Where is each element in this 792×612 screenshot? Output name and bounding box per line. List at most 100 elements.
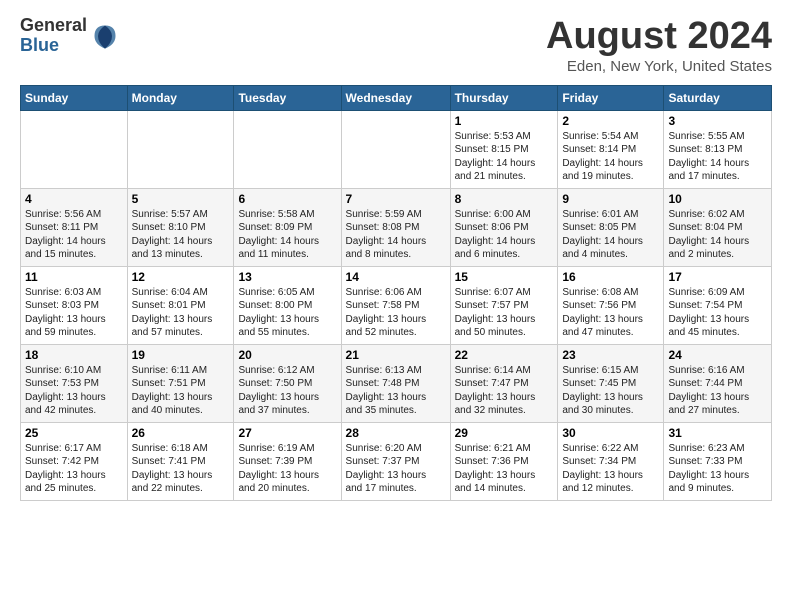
day-info: Sunrise: 6:07 AMSunset: 7:57 PMDaylight:… <box>455 286 554 340</box>
day-of-week-header: Saturday <box>664 85 772 110</box>
day-number: 16 <box>562 270 659 284</box>
day-info: Sunrise: 6:19 AMSunset: 7:39 PMDaylight:… <box>238 442 336 496</box>
calendar-day-cell: 20Sunrise: 6:12 AMSunset: 7:50 PMDayligh… <box>234 344 341 422</box>
calendar-day-cell: 11 Sunrise: 6:03 AMSunset: 8:03 PMDayligh… <box>21 266 128 344</box>
day-info: Sunrise: 6:22 AMSunset: 7:34 PMDaylight:… <box>562 442 659 496</box>
day-number: 27 <box>238 426 336 440</box>
day-info: Sunrise: 6:09 AMSunset: 7:54 PMDaylight:… <box>668 286 767 340</box>
calendar-week-row: 11 Sunrise: 6:03 AMSunset: 8:03 PMDayligh… <box>21 266 772 344</box>
day-of-week-header: Sunday <box>21 85 128 110</box>
calendar-day-cell: 24Sunrise: 6:16 AMSunset: 7:44 PMDayligh… <box>664 344 772 422</box>
calendar-day-cell: 17Sunrise: 6:09 AMSunset: 7:54 PMDayligh… <box>664 266 772 344</box>
calendar-day-cell <box>127 110 234 188</box>
day-number: 15 <box>455 270 554 284</box>
day-info: Sunrise: 5:54 AMSunset: 8:14 PMDaylight:… <box>562 130 659 184</box>
day-number: 9 <box>562 192 659 206</box>
day-number: 19 <box>132 348 230 362</box>
day-info: Sunrise: 6:17 AMSunset: 7:42 PMDaylight:… <box>25 442 123 496</box>
day-info: Sunrise: 5:57 AMSunset: 8:10 PMDaylight:… <box>132 208 230 262</box>
day-info: Sunrise: 5:58 AMSunset: 8:09 PMDaylight:… <box>238 208 336 262</box>
day-of-week-header: Wednesday <box>341 85 450 110</box>
month-title: August 2024 <box>546 16 772 58</box>
day-info: Sunrise: 6:03 AMSunset: 8:03 PMDaylight:… <box>25 286 123 340</box>
day-number: 13 <box>238 270 336 284</box>
calendar-day-cell: 27 Sunrise: 6:19 AMSunset: 7:39 PMDayligh… <box>234 422 341 500</box>
calendar-day-cell: 15 Sunrise: 6:07 AMSunset: 7:57 PMDayligh… <box>450 266 558 344</box>
day-number: 30 <box>562 426 659 440</box>
calendar-day-cell: 18 Sunrise: 6:10 AMSunset: 7:53 PMDayligh… <box>21 344 128 422</box>
day-info: Sunrise: 6:20 AMSunset: 7:37 PMDaylight:… <box>346 442 446 496</box>
day-number: 12 <box>132 270 230 284</box>
calendar-day-cell: 14 Sunrise: 6:06 AMSunset: 7:58 PMDayligh… <box>341 266 450 344</box>
day-number: 23 <box>562 348 659 362</box>
calendar-day-cell: 22Sunrise: 6:14 AMSunset: 7:47 PMDayligh… <box>450 344 558 422</box>
day-number: 10 <box>668 192 767 206</box>
calendar-day-cell: 31Sunrise: 6:23 AMSunset: 7:33 PMDayligh… <box>664 422 772 500</box>
day-info: Sunrise: 5:56 AMSunset: 8:11 PMDaylight:… <box>25 208 123 262</box>
day-of-week-header: Tuesday <box>234 85 341 110</box>
day-info: Sunrise: 6:13 AMSunset: 7:48 PMDaylight:… <box>346 364 446 418</box>
logo: General Blue <box>20 16 119 56</box>
calendar-week-row: 1 Sunrise: 5:53 AMSunset: 8:15 PMDaylight… <box>21 110 772 188</box>
calendar-week-row: 25 Sunrise: 6:17 AMSunset: 7:42 PMDayligh… <box>21 422 772 500</box>
location: Eden, New York, United States <box>546 58 772 75</box>
day-info: Sunrise: 6:10 AMSunset: 7:53 PMDaylight:… <box>25 364 123 418</box>
day-number: 11 <box>25 270 123 284</box>
calendar-week-row: 18 Sunrise: 6:10 AMSunset: 7:53 PMDayligh… <box>21 344 772 422</box>
day-info: Sunrise: 5:59 AMSunset: 8:08 PMDaylight:… <box>346 208 446 262</box>
calendar-day-cell: 9Sunrise: 6:01 AMSunset: 8:05 PMDaylight… <box>558 188 664 266</box>
calendar-day-cell: 26Sunrise: 6:18 AMSunset: 7:41 PMDayligh… <box>127 422 234 500</box>
calendar-day-cell: 12 Sunrise: 6:04 AMSunset: 8:01 PMDayligh… <box>127 266 234 344</box>
day-number: 7 <box>346 192 446 206</box>
calendar-day-cell: 5Sunrise: 5:57 AMSunset: 8:10 PMDaylight… <box>127 188 234 266</box>
day-number: 1 <box>455 114 554 128</box>
day-number: 22 <box>455 348 554 362</box>
day-info: Sunrise: 5:55 AMSunset: 8:13 PMDaylight:… <box>668 130 767 184</box>
calendar-day-cell: 23 Sunrise: 6:15 AMSunset: 7:45 PMDayligh… <box>558 344 664 422</box>
day-number: 6 <box>238 192 336 206</box>
day-info: Sunrise: 6:18 AMSunset: 7:41 PMDaylight:… <box>132 442 230 496</box>
calendar-day-cell <box>341 110 450 188</box>
day-info: Sunrise: 6:00 AMSunset: 8:06 PMDaylight:… <box>455 208 554 262</box>
day-of-week-header: Monday <box>127 85 234 110</box>
day-info: Sunrise: 6:21 AMSunset: 7:36 PMDaylight:… <box>455 442 554 496</box>
calendar-day-cell: 10 Sunrise: 6:02 AMSunset: 8:04 PMDayligh… <box>664 188 772 266</box>
calendar-day-cell: 21Sunrise: 6:13 AMSunset: 7:48 PMDayligh… <box>341 344 450 422</box>
day-number: 3 <box>668 114 767 128</box>
day-number: 14 <box>346 270 446 284</box>
calendar-day-cell: 3 Sunrise: 5:55 AMSunset: 8:13 PMDaylight… <box>664 110 772 188</box>
day-number: 28 <box>346 426 446 440</box>
calendar-day-cell: 13Sunrise: 6:05 AMSunset: 8:00 PMDayligh… <box>234 266 341 344</box>
calendar-table: SundayMondayTuesdayWednesdayThursdayFrid… <box>20 85 772 501</box>
logo-text: General Blue <box>20 16 87 56</box>
calendar-day-cell: 28 Sunrise: 6:20 AMSunset: 7:37 PMDayligh… <box>341 422 450 500</box>
day-info: Sunrise: 6:08 AMSunset: 7:56 PMDaylight:… <box>562 286 659 340</box>
day-number: 8 <box>455 192 554 206</box>
calendar-day-cell: 2 Sunrise: 5:54 AMSunset: 8:14 PMDaylight… <box>558 110 664 188</box>
calendar-day-cell: 30 Sunrise: 6:22 AMSunset: 7:34 PMDayligh… <box>558 422 664 500</box>
day-info: Sunrise: 6:06 AMSunset: 7:58 PMDaylight:… <box>346 286 446 340</box>
day-number: 4 <box>25 192 123 206</box>
day-info: Sunrise: 6:04 AMSunset: 8:01 PMDaylight:… <box>132 286 230 340</box>
day-number: 20 <box>238 348 336 362</box>
logo-general: General <box>20 16 87 36</box>
day-info: Sunrise: 5:53 AMSunset: 8:15 PMDaylight:… <box>455 130 554 184</box>
day-number: 25 <box>25 426 123 440</box>
day-info: Sunrise: 6:15 AMSunset: 7:45 PMDaylight:… <box>562 364 659 418</box>
day-number: 24 <box>668 348 767 362</box>
page: General Blue August 2024 Eden, New York,… <box>0 0 792 612</box>
calendar-day-cell <box>234 110 341 188</box>
calendar-day-cell: 25 Sunrise: 6:17 AMSunset: 7:42 PMDayligh… <box>21 422 128 500</box>
logo-blue: Blue <box>20 36 87 56</box>
day-number: 29 <box>455 426 554 440</box>
calendar-day-cell: 1 Sunrise: 5:53 AMSunset: 8:15 PMDaylight… <box>450 110 558 188</box>
calendar-day-cell: 16 Sunrise: 6:08 AMSunset: 7:56 PMDayligh… <box>558 266 664 344</box>
day-info: Sunrise: 6:02 AMSunset: 8:04 PMDaylight:… <box>668 208 767 262</box>
calendar-week-row: 4 Sunrise: 5:56 AMSunset: 8:11 PMDaylight… <box>21 188 772 266</box>
calendar-day-cell: 7 Sunrise: 5:59 AMSunset: 8:08 PMDaylight… <box>341 188 450 266</box>
logo-icon <box>91 22 119 50</box>
day-number: 18 <box>25 348 123 362</box>
calendar-day-cell <box>21 110 128 188</box>
day-number: 2 <box>562 114 659 128</box>
day-number: 31 <box>668 426 767 440</box>
